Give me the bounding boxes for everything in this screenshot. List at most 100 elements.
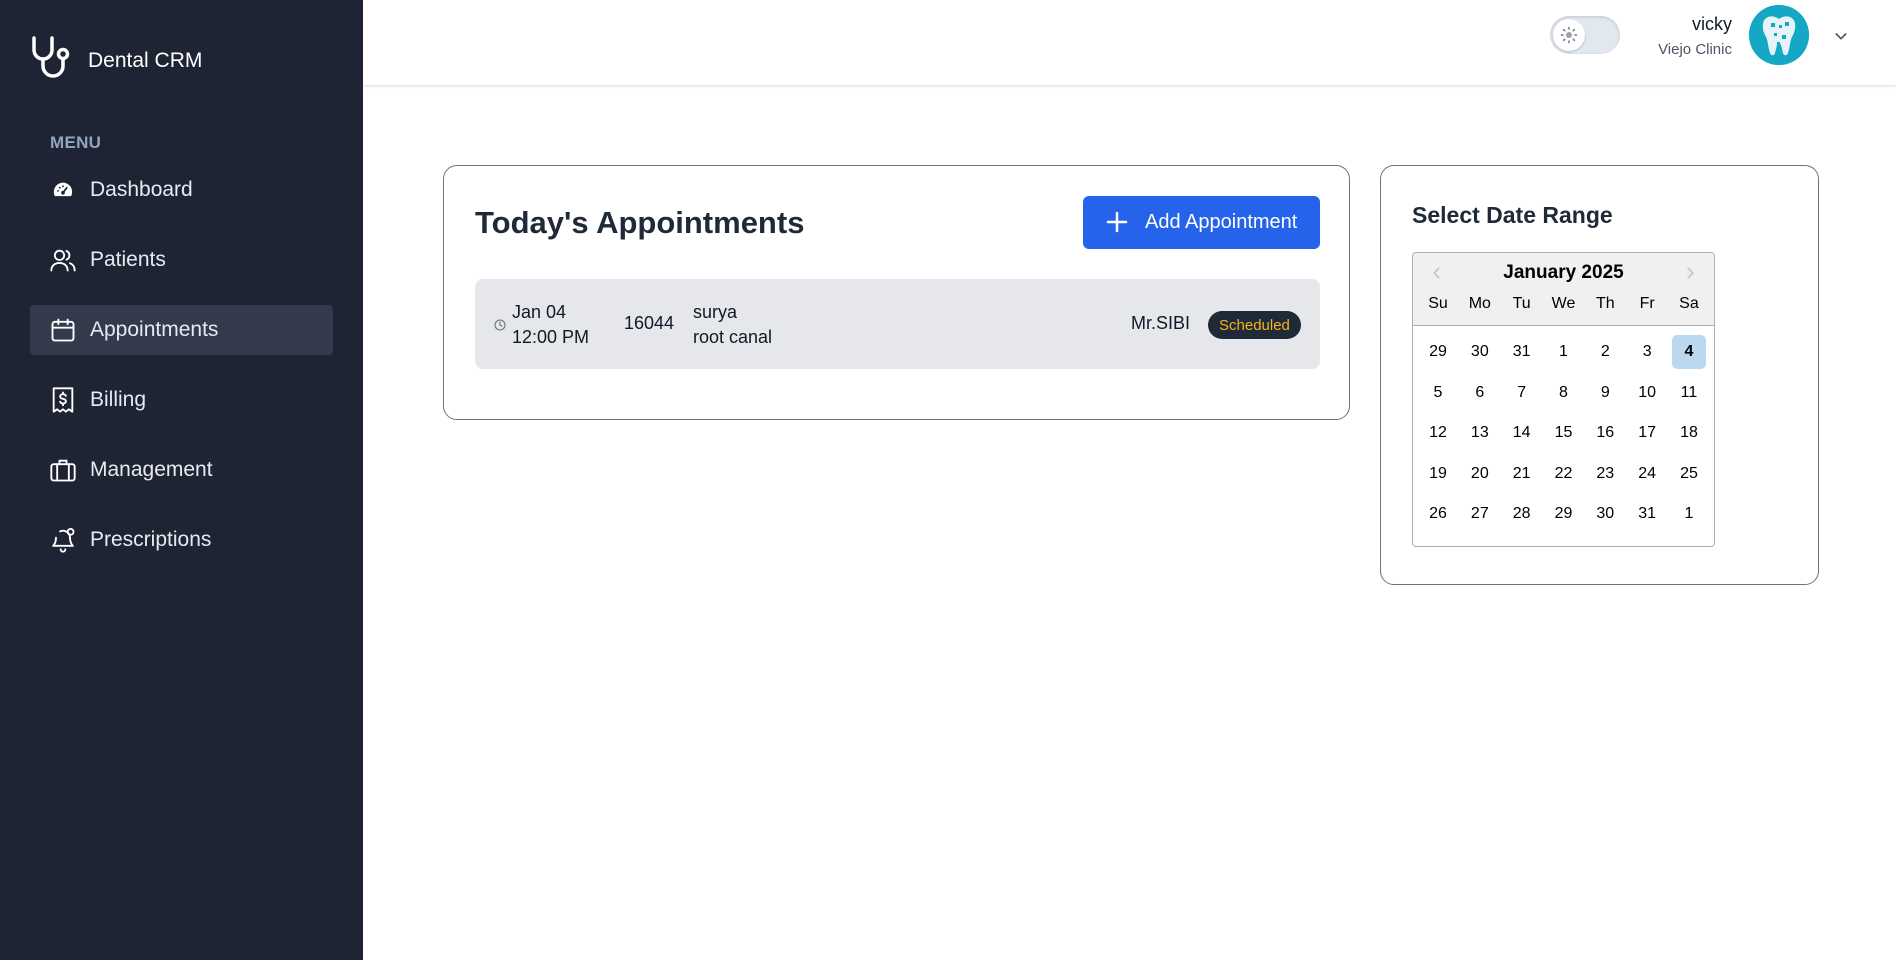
calendar-week: 12 13 14 15 16 17 18	[1421, 416, 1706, 450]
clinic-name: Viejo Clinic	[1658, 41, 1732, 58]
treatment-name: root canal	[693, 327, 773, 347]
chevron-down-icon[interactable]	[1829, 24, 1853, 48]
briefcase-icon	[49, 456, 77, 484]
calendar-day[interactable]: 22	[1546, 457, 1580, 491]
calendar-month: January 2025	[1503, 262, 1624, 283]
calendar-day[interactable]: 19	[1421, 457, 1455, 491]
calendar-day[interactable]: 26	[1421, 497, 1455, 531]
stethoscope-icon	[30, 34, 80, 87]
weekday-label: Fr	[1639, 295, 1655, 312]
weekday-label: Th	[1595, 295, 1615, 312]
calendar-day[interactable]: 12	[1421, 416, 1455, 450]
calendar-day[interactable]: 24	[1630, 457, 1664, 491]
appointment-patient-info: surya root canal	[693, 300, 772, 350]
calendar-day[interactable]: 3	[1630, 335, 1664, 369]
weekday-label: Su	[1428, 295, 1448, 312]
calendar-day[interactable]: 2	[1588, 335, 1622, 369]
calendar-day[interactable]: 30	[1463, 335, 1497, 369]
calendar-week: 29 30 31 1 2 3 4	[1421, 335, 1706, 369]
calendar-day[interactable]: 27	[1463, 497, 1497, 531]
sidebar-item-label: Dashboard	[90, 178, 193, 201]
calendar-week: 19 20 21 22 23 24 25	[1421, 457, 1706, 491]
sidebar-item-appointments[interactable]: Appointments	[30, 305, 333, 355]
receipt-icon	[49, 386, 77, 414]
sidebar-item-label: Management	[90, 458, 213, 481]
calendar-day[interactable]: 11	[1672, 376, 1706, 410]
appointments-card: Today's Appointments Add Appointment Jan…	[443, 165, 1350, 420]
calendar-day[interactable]: 9	[1588, 376, 1622, 410]
calendar: January 2025 Su Mo Tu We Th Fr Sa 29 30 31…	[1412, 252, 1715, 547]
chevron-right-icon[interactable]	[1678, 261, 1702, 285]
appointment-time: 12:00 PM	[512, 327, 590, 347]
plus-icon	[1105, 206, 1129, 240]
patient-name: surya	[693, 302, 738, 322]
gauge-icon	[49, 176, 77, 204]
calendar-day[interactable]: 5	[1421, 376, 1455, 410]
clock-icon	[494, 318, 506, 331]
menu-label: MENU	[50, 133, 102, 152]
calendar-day[interactable]: 31	[1630, 497, 1664, 531]
sidebar: Dental CRM MENU Dashboard Patients Appoi…	[0, 0, 363, 960]
top-bar: vicky Viejo Clinic	[363, 0, 1896, 86]
calendar-day[interactable]: 15	[1546, 416, 1580, 450]
appointment-datetime: Jan 04 12:00 PM	[512, 300, 589, 350]
bell-icon	[49, 526, 77, 554]
calendar-header: January 2025 Su Mo Tu We Th Fr Sa	[1413, 253, 1714, 326]
calendar-day[interactable]: 6	[1463, 376, 1497, 410]
calendar-week: 26 27 28 29 30 31 1	[1421, 497, 1706, 531]
sidebar-item-label: Billing	[90, 388, 147, 411]
appointment-id: 16044	[624, 313, 675, 333]
calendar-day[interactable]: 18	[1672, 416, 1706, 450]
calendar-day[interactable]: 20	[1463, 457, 1497, 491]
calendar-day[interactable]: 14	[1505, 416, 1539, 450]
date-range-card: Select Date Range January 2025 Su Mo Tu …	[1380, 165, 1819, 585]
calendar-day[interactable]: 28	[1505, 497, 1539, 531]
calendar-day[interactable]: 16	[1588, 416, 1622, 450]
calendar-day[interactable]: 13	[1463, 416, 1497, 450]
brand[interactable]: Dental CRM	[30, 34, 202, 87]
calendar-day[interactable]: 10	[1630, 376, 1664, 410]
calendar-day[interactable]: 29	[1421, 335, 1455, 369]
weekday-label: Mo	[1468, 295, 1491, 312]
calendar-day[interactable]: 7	[1505, 376, 1539, 410]
calendar-day-selected[interactable]: 4	[1671, 335, 1706, 369]
calendar-day[interactable]: 25	[1672, 457, 1706, 491]
calendar-day[interactable]: 17	[1630, 416, 1664, 450]
date-range-title: Select Date Range	[1412, 202, 1613, 228]
calendar-day[interactable]: 31	[1505, 335, 1539, 369]
calendar-grid: 29 30 31 1 2 3 4 5 6 7 8 9 10 11 12 13 14 15 16 17 18 19 20 21 2…	[1421, 335, 1706, 538]
brand-name: Dental CRM	[88, 48, 203, 72]
calendar-day[interactable]: 1	[1672, 497, 1706, 531]
theme-toggle[interactable]	[1550, 16, 1620, 54]
calendar-day[interactable]: 8	[1546, 376, 1580, 410]
doctor-name: Mr.SIBI	[1131, 313, 1191, 333]
status-badge: Scheduled	[1208, 311, 1301, 339]
calendar-week: 5 6 7 8 9 10 11	[1421, 376, 1706, 410]
weekday-label: Tu	[1512, 295, 1531, 312]
sidebar-item-billing[interactable]: Billing	[30, 375, 333, 425]
weekday-label: Sa	[1679, 295, 1699, 312]
users-icon	[49, 246, 77, 274]
user-name: vicky	[1692, 14, 1732, 34]
sidebar-item-prescriptions[interactable]: Prescriptions	[30, 515, 333, 565]
appointment-row[interactable]: Jan 04 12:00 PM 16044 surya root canal M…	[475, 279, 1320, 369]
user-info[interactable]: vicky Viejo Clinic	[1658, 14, 1732, 58]
sidebar-item-label: Prescriptions	[90, 528, 212, 551]
sidebar-nav: Dashboard Patients Appointments Billing …	[30, 165, 333, 585]
calendar-day[interactable]: 1	[1546, 335, 1580, 369]
calendar-day[interactable]: 21	[1505, 457, 1539, 491]
weekday-label: We	[1551, 295, 1576, 312]
add-appointment-label: Add Appointment	[1145, 211, 1298, 233]
sidebar-item-management[interactable]: Management	[30, 445, 333, 495]
avatar[interactable]	[1749, 5, 1809, 65]
sidebar-item-label: Appointments	[90, 318, 219, 341]
calendar-day[interactable]: 29	[1546, 497, 1580, 531]
appointment-date: Jan 04	[512, 302, 567, 322]
sidebar-item-dashboard[interactable]: Dashboard	[30, 165, 333, 215]
calendar-icon	[49, 316, 77, 344]
appointments-title: Today's Appointments	[475, 205, 805, 240]
add-appointment-button[interactable]: Add Appointment	[1083, 196, 1320, 249]
calendar-day[interactable]: 23	[1588, 457, 1622, 491]
sidebar-item-patients[interactable]: Patients	[30, 235, 333, 285]
calendar-day[interactable]: 30	[1588, 497, 1622, 531]
